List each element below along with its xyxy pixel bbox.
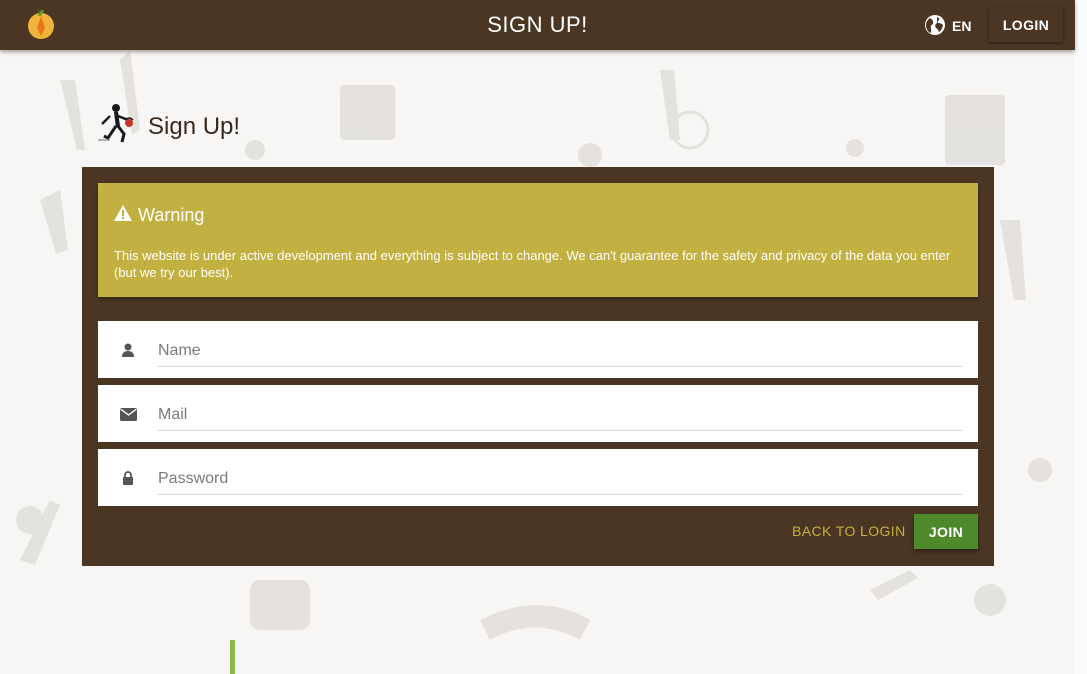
warning-text: This website is under active development… xyxy=(114,248,951,280)
login-button[interactable]: LOGIN xyxy=(989,8,1063,42)
language-selector[interactable]: EN xyxy=(924,14,972,39)
signup-card: Warning This website is under active dev… xyxy=(82,167,994,566)
runner-with-basket-icon xyxy=(96,102,136,151)
scrollbar-track xyxy=(1075,0,1087,674)
lock-icon xyxy=(118,469,138,487)
name-input[interactable] xyxy=(158,335,962,367)
app-bar-title: SIGN UP! xyxy=(487,12,588,37)
join-button[interactable]: JOIN xyxy=(914,514,978,549)
globe-icon xyxy=(924,14,946,39)
mail-field xyxy=(98,385,978,442)
user-icon xyxy=(118,341,138,359)
name-field xyxy=(98,321,978,378)
language-label: EN xyxy=(952,18,972,34)
envelope-icon xyxy=(118,405,138,423)
top-app-bar: SIGN UP! EN LOGIN xyxy=(0,0,1075,50)
warning-triangle-icon xyxy=(114,205,132,226)
page-header: Sign Up! xyxy=(96,102,240,151)
password-input[interactable] xyxy=(158,463,962,495)
mail-input[interactable] xyxy=(158,399,962,431)
warning-heading: Warning xyxy=(138,205,205,225)
page-title: Sign Up! xyxy=(148,112,241,140)
warning-banner: Warning This website is under active dev… xyxy=(98,183,978,297)
back-to-login-button[interactable]: BACK TO LOGIN xyxy=(782,514,916,548)
password-field xyxy=(98,449,978,506)
warning-heading-row: Warning xyxy=(114,205,204,226)
